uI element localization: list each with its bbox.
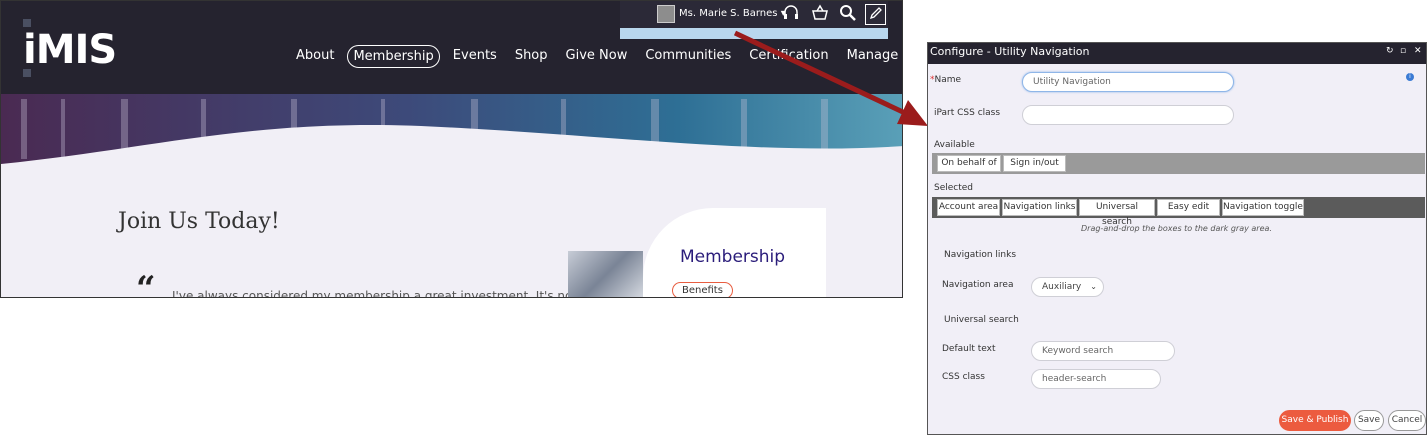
- selected-area[interactable]: Account area Navigation links Universal …: [932, 197, 1425, 227]
- search-css-class-input[interactable]: header-search: [1031, 369, 1161, 389]
- cancel-button[interactable]: Cancel: [1388, 410, 1426, 431]
- search-css-class-label: CSS class: [942, 372, 985, 382]
- save-button[interactable]: Save: [1354, 410, 1384, 431]
- ipart-css-class-label: iPart CSS class: [934, 108, 1001, 118]
- drag-drop-hint: Drag-and-drop the boxes to the dark gray…: [1081, 224, 1272, 233]
- chip-navigation-links[interactable]: Navigation links: [1002, 199, 1077, 216]
- chevron-down-icon: ⌄: [1090, 282, 1097, 291]
- selected-label: Selected: [934, 183, 974, 193]
- available-label: Available: [934, 140, 975, 150]
- chip-on-behalf-of[interactable]: On behalf of: [937, 155, 1001, 172]
- navigation-area-select[interactable]: Auxiliary ⌄: [1031, 277, 1104, 297]
- default-text-label: Default text: [942, 344, 996, 354]
- available-area[interactable]: On behalf of Sign in/out: [932, 153, 1425, 174]
- name-label: *Name: [930, 75, 962, 85]
- info-icon[interactable]: i: [1406, 73, 1414, 81]
- chip-sign-in-out[interactable]: Sign in/out: [1003, 155, 1066, 172]
- dialog-titlebar: Configure - Utility Navigation ↻ ▫ ✕: [928, 43, 1426, 64]
- ipart-css-class-input[interactable]: [1022, 105, 1234, 125]
- name-input[interactable]: Utility Navigation: [1022, 72, 1234, 92]
- configure-dialog: Configure - Utility Navigation ↻ ▫ ✕ *Na…: [927, 42, 1427, 435]
- chip-navigation-toggle[interactable]: Navigation toggle: [1222, 199, 1304, 216]
- default-text-input[interactable]: Keyword search: [1031, 341, 1175, 361]
- navigation-links-heading: Navigation links: [944, 250, 1017, 260]
- dialog-title: Configure - Utility Navigation: [930, 45, 1090, 58]
- chip-account-area[interactable]: Account area: [937, 199, 1000, 216]
- refresh-icon[interactable]: ↻: [1386, 46, 1394, 56]
- maximize-icon[interactable]: ▫: [1400, 46, 1406, 56]
- chip-easy-edit[interactable]: Easy edit: [1157, 199, 1220, 216]
- chip-universal-search[interactable]: Universal search: [1079, 199, 1155, 227]
- close-icon[interactable]: ✕: [1414, 46, 1422, 56]
- navigation-area-label: Navigation area: [942, 280, 1014, 290]
- navigation-area-value: Auxiliary: [1042, 282, 1082, 292]
- save-publish-button[interactable]: Save & Publish: [1279, 410, 1351, 431]
- universal-search-heading: Universal search: [944, 315, 1019, 325]
